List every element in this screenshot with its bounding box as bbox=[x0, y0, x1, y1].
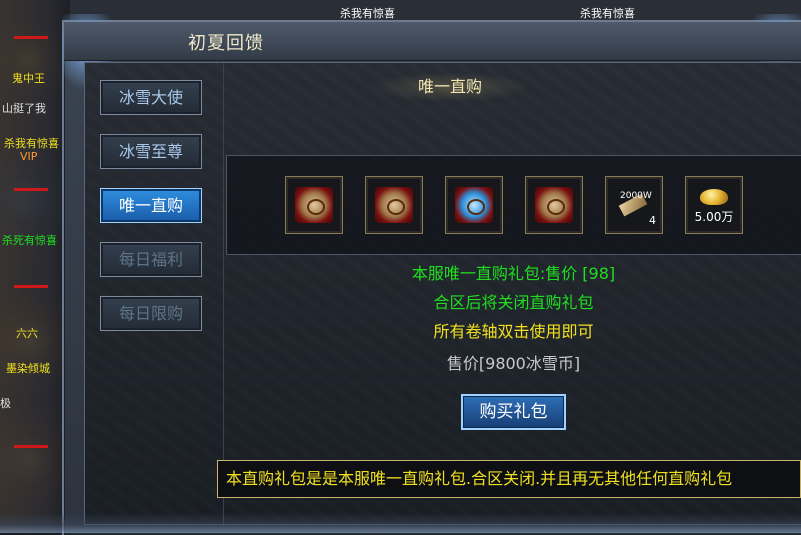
player-name-tag[interactable]: 杀我有惊喜 bbox=[4, 135, 59, 151]
player-hp-bar bbox=[14, 285, 48, 288]
player-hp-bar bbox=[14, 445, 48, 448]
player-name-tag[interactable]: 极 bbox=[0, 395, 11, 411]
red-scroll-icon bbox=[535, 187, 573, 223]
title-bar[interactable]: 初夏回馈 bbox=[64, 22, 801, 61]
currency-price-text: 售价[9800冰雪币] bbox=[446, 354, 581, 373]
tab-daily-limited[interactable]: 每日限购 bbox=[100, 296, 202, 331]
player-name-tag[interactable]: 山挺了我 bbox=[2, 100, 46, 116]
blue-scroll-icon bbox=[455, 187, 493, 223]
item-slot[interactable] bbox=[365, 176, 423, 234]
item-quantity: 4 bbox=[649, 214, 656, 227]
player-name-tag[interactable]: 杀死有惊喜 bbox=[2, 232, 57, 248]
player-name-tag[interactable]: 杀我有惊喜 bbox=[580, 5, 635, 21]
player-name-tag[interactable]: 鬼中王 bbox=[12, 70, 45, 86]
bottom-ice-ornament bbox=[0, 513, 801, 533]
merge-notice-text: 合区后将关闭直购礼包 bbox=[433, 293, 594, 312]
section-heading: 唯一直购 bbox=[370, 72, 530, 102]
red-scroll-icon bbox=[295, 187, 333, 223]
tab-ice-supreme[interactable]: 冰雪至尊 bbox=[100, 134, 202, 169]
tab-unique-purchase[interactable]: 唯一直购 bbox=[100, 188, 202, 223]
reward-items-box: 2000W 4 5.00万 bbox=[226, 155, 801, 255]
player-hp-bar bbox=[14, 36, 48, 39]
player-name-tag[interactable]: 六六 bbox=[16, 325, 38, 341]
player-vip-tag: VIP bbox=[20, 150, 38, 163]
item-top-label: 2000W bbox=[620, 191, 652, 201]
tab-daily-welfare[interactable]: 每日福利 bbox=[100, 242, 202, 277]
tab-ice-ambassador[interactable]: 冰雪大使 bbox=[100, 80, 202, 115]
player-name-tag[interactable]: 杀我有惊喜 bbox=[340, 5, 395, 21]
item-slot[interactable] bbox=[525, 176, 583, 234]
item-slot[interactable] bbox=[445, 176, 503, 234]
player-hp-bar bbox=[14, 188, 48, 191]
item-amount: 5.00万 bbox=[694, 210, 734, 224]
player-name-tag[interactable]: 墨染倾城 bbox=[6, 360, 50, 376]
item-slot[interactable] bbox=[285, 176, 343, 234]
package-price-text: 本服唯一直购礼包:售价 [98] bbox=[411, 264, 616, 283]
window-title: 初夏回馈 bbox=[188, 33, 264, 54]
gold-ingot-icon bbox=[700, 189, 728, 205]
notice-banner: 本直购礼包是是本服唯一直购礼包.合区关闭.并且再无其他任何直购礼包 bbox=[217, 460, 801, 498]
item-slot[interactable]: 2000W 4 bbox=[605, 176, 663, 234]
scroll-usage-text: 所有卷轴双击使用即可 bbox=[433, 322, 594, 341]
category-nav: 冰雪大使 冰雪至尊 唯一直购 每日福利 每日限购 bbox=[85, 63, 224, 524]
red-scroll-icon bbox=[375, 187, 413, 223]
item-slot[interactable]: 5.00万 bbox=[685, 176, 743, 234]
buy-package-button[interactable]: 购买礼包 bbox=[461, 394, 566, 430]
